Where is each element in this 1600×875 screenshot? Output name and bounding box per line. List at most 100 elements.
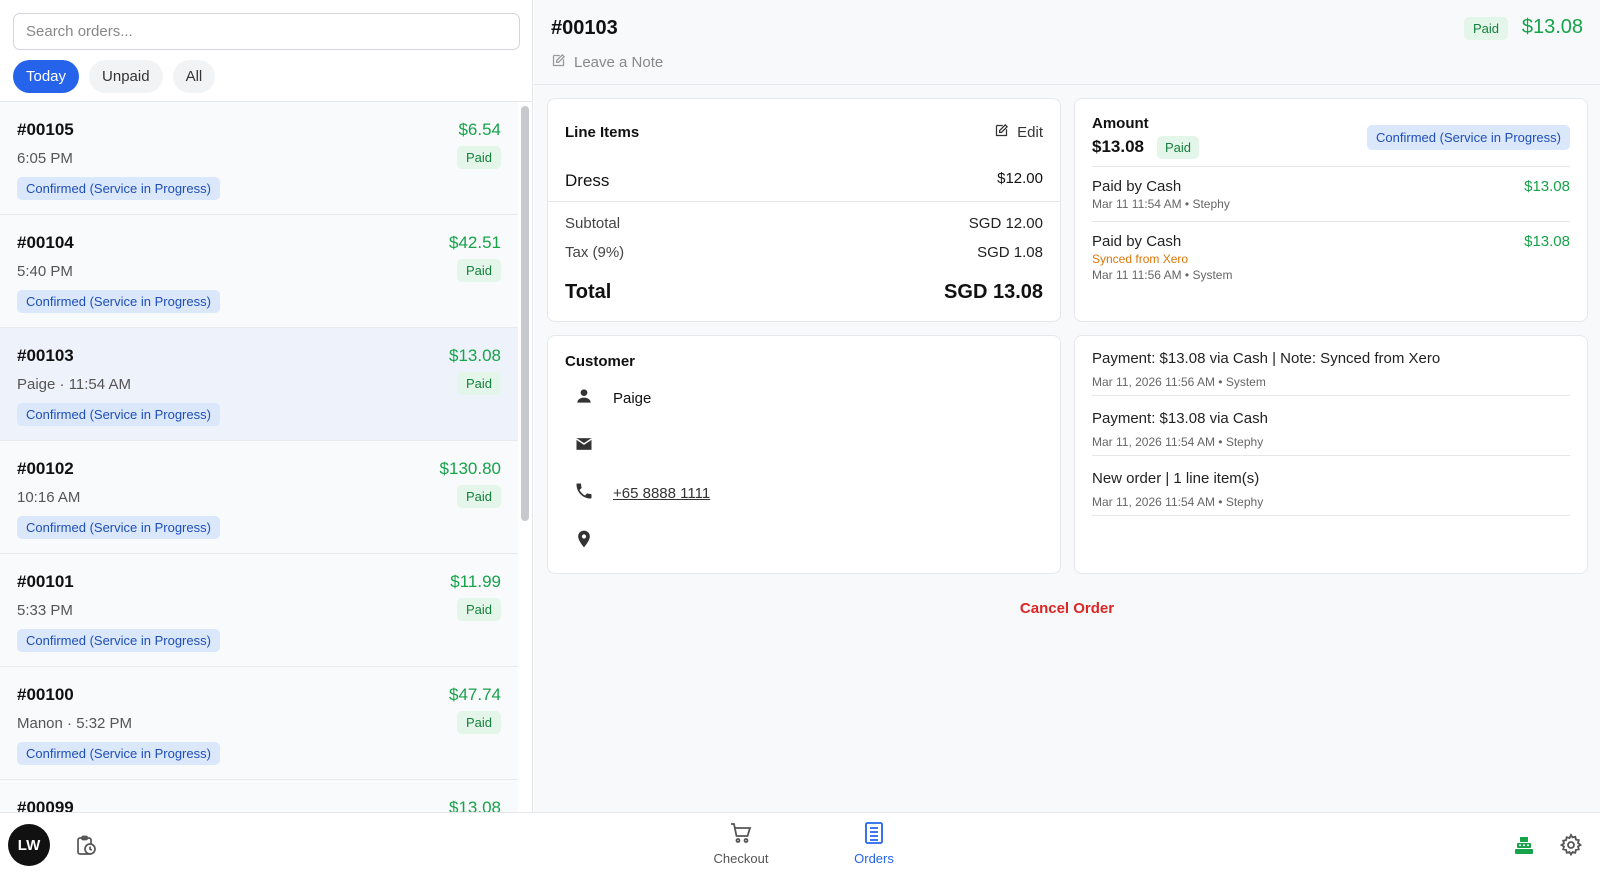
total-row: Total SGD 13.08 [565, 281, 1043, 304]
payment-label: Paid by Cash [1092, 233, 1182, 250]
order-row[interactable]: #00104 $42.51 5:40 PM Paid Confirmed (Se… [0, 215, 518, 328]
nav-orders[interactable]: Orders [834, 821, 914, 866]
activity-text: New order | 1 line item(s) [1092, 470, 1260, 487]
order-number: #00100 [17, 685, 74, 704]
payment-amount: $13.08 [1524, 233, 1570, 250]
filter-today[interactable]: Today [13, 60, 80, 93]
order-number: #00104 [17, 233, 74, 252]
order-number: #00099 [17, 798, 74, 812]
line-item-price: $12.00 [997, 170, 1043, 187]
divider [1092, 221, 1570, 222]
order-amount: $13.08 [449, 346, 501, 365]
cash-register-icon[interactable] [1512, 833, 1536, 862]
order-row[interactable]: #00100 $47.74 Manon · 5:32 PM Paid Confi… [0, 667, 518, 780]
page-title: #00103 [551, 17, 618, 39]
order-amount: $13.08 [449, 798, 501, 812]
order-meta: 10:16 AM [17, 489, 81, 506]
activity-item: New order | 1 line item(s) Mar 11, 2026 … [1092, 456, 1570, 516]
sync-note: Synced from Xero [1092, 252, 1189, 266]
paid-badge: Paid [456, 711, 501, 734]
total-value: SGD 13.08 [944, 281, 1043, 303]
cancel-order-button[interactable]: Cancel Order [534, 600, 1600, 617]
amount-value: $13.08 [1092, 137, 1144, 156]
edit-button[interactable]: Edit [994, 123, 1043, 142]
order-list-scrollbar[interactable] [521, 106, 529, 521]
filter-unpaid[interactable]: Unpaid [89, 60, 163, 93]
order-row[interactable]: #00101 $11.99 5:33 PM Paid Confirmed (Se… [0, 554, 518, 667]
search-input[interactable] [13, 13, 520, 50]
customer-name-row: Paige [574, 386, 651, 410]
order-number: #00101 [17, 572, 74, 591]
order-row[interactable]: #00102 $130.80 10:16 AM Paid Confirmed (… [0, 441, 518, 554]
order-row[interactable]: #00103 $13.08 Paige · 11:54 AM Paid Conf… [0, 328, 518, 441]
bottom-bar: LW Checkout Orders [0, 812, 1600, 875]
order-detail: Line Items Edit Dress $12.00 Subtotal SG… [534, 85, 1600, 812]
amount-card: Amount $13.08 Paid Confirmed (Service in… [1074, 98, 1588, 322]
subtotal-row: Subtotal SGD 12.00 [565, 215, 1043, 232]
paid-badge: Paid [456, 485, 501, 508]
phone-icon [574, 481, 594, 505]
activity-card: Payment: $13.08 via Cash | Note: Synced … [1074, 335, 1588, 574]
line-item-name: Dress [565, 171, 610, 190]
activity-meta: Mar 11, 2026 11:56 AM • System [1092, 375, 1266, 389]
paid-badge: Paid [456, 598, 501, 621]
filter-chips: Today Unpaid All [13, 60, 216, 93]
avatar[interactable]: LW [8, 824, 50, 866]
line-items-heading: Line Items [565, 124, 640, 141]
person-icon [574, 386, 594, 410]
filter-all[interactable]: All [172, 60, 216, 93]
order-list: #00105 $6.54 6:05 PM Paid Confirmed (Ser… [0, 102, 518, 812]
activity-item: Payment: $13.08 via Cash | Note: Synced … [1092, 336, 1570, 396]
nav-orders-label: Orders [854, 851, 894, 866]
order-row[interactable]: #00105 $6.54 6:05 PM Paid Confirmed (Ser… [0, 102, 518, 215]
customer-address-row [574, 529, 613, 553]
order-amount: $42.51 [449, 233, 501, 252]
activity-item: Payment: $13.08 via Cash Mar 11, 2026 11… [1092, 396, 1570, 456]
order-meta: 5:33 PM [17, 602, 73, 619]
orders-list-icon [862, 821, 886, 848]
order-total: $13.08 [1521, 16, 1583, 38]
line-items-card: Line Items Edit Dress $12.00 Subtotal SG… [547, 98, 1061, 322]
order-row[interactable]: #00099 $13.08 [0, 780, 518, 812]
edit-label: Edit [1017, 124, 1043, 141]
order-header: #00103 Leave a Note Paid $13.08 [534, 0, 1600, 85]
order-number: #00105 [17, 120, 74, 139]
payment-amount: $13.08 [1524, 178, 1570, 195]
tax-label: Tax (9%) [565, 244, 625, 261]
order-meta: 5:40 PM [17, 263, 73, 280]
nav-checkout-label: Checkout [713, 851, 769, 866]
order-number: #00102 [17, 459, 74, 478]
order-amount: $6.54 [458, 120, 501, 139]
activity-meta: Mar 11, 2026 11:54 AM • Stephy [1092, 495, 1264, 509]
divider [548, 201, 1060, 202]
status-badge: Confirmed (Service in Progress) [17, 290, 220, 313]
divider [1092, 166, 1570, 167]
customer-phone-link[interactable]: +65 8888 1111 [613, 485, 710, 502]
status-badge: Confirmed (Service in Progress) [17, 629, 220, 652]
order-number: #00103 [17, 346, 74, 365]
leave-note-button[interactable]: Leave a Note [551, 53, 663, 72]
status-badge: Confirmed (Service in Progress) [1367, 125, 1570, 150]
nav-checkout[interactable]: Checkout [701, 821, 781, 866]
order-amount: $130.80 [439, 459, 501, 478]
edit-note-icon [551, 53, 566, 72]
status-badge: Confirmed (Service in Progress) [17, 177, 220, 200]
payment-entry: Paid by Cash $13.08 Synced from Xero Mar… [1092, 233, 1570, 282]
leave-note-label: Leave a Note [574, 54, 664, 71]
status-badge: Confirmed (Service in Progress) [17, 742, 220, 765]
paid-badge: Paid [456, 146, 501, 169]
order-amount: $47.74 [449, 685, 501, 704]
gear-icon[interactable] [1559, 833, 1583, 862]
clipboard-clock-icon[interactable] [74, 834, 98, 863]
order-meta: Manon · 5:32 PM [17, 715, 133, 732]
paid-badge: Paid [1157, 136, 1200, 159]
tax-value: SGD 1.08 [977, 244, 1043, 261]
mail-icon [574, 434, 594, 458]
total-label: Total [565, 281, 612, 303]
customer-email-row [574, 434, 613, 458]
payment-entry: Paid by Cash $13.08 Mar 11 11:54 AM • St… [1092, 178, 1570, 211]
payment-meta: Mar 11 11:56 AM • System [1092, 268, 1233, 282]
status-badge: Confirmed (Service in Progress) [17, 516, 220, 539]
order-amount: $11.99 [450, 572, 501, 591]
subtotal-value: SGD 12.00 [968, 215, 1043, 232]
